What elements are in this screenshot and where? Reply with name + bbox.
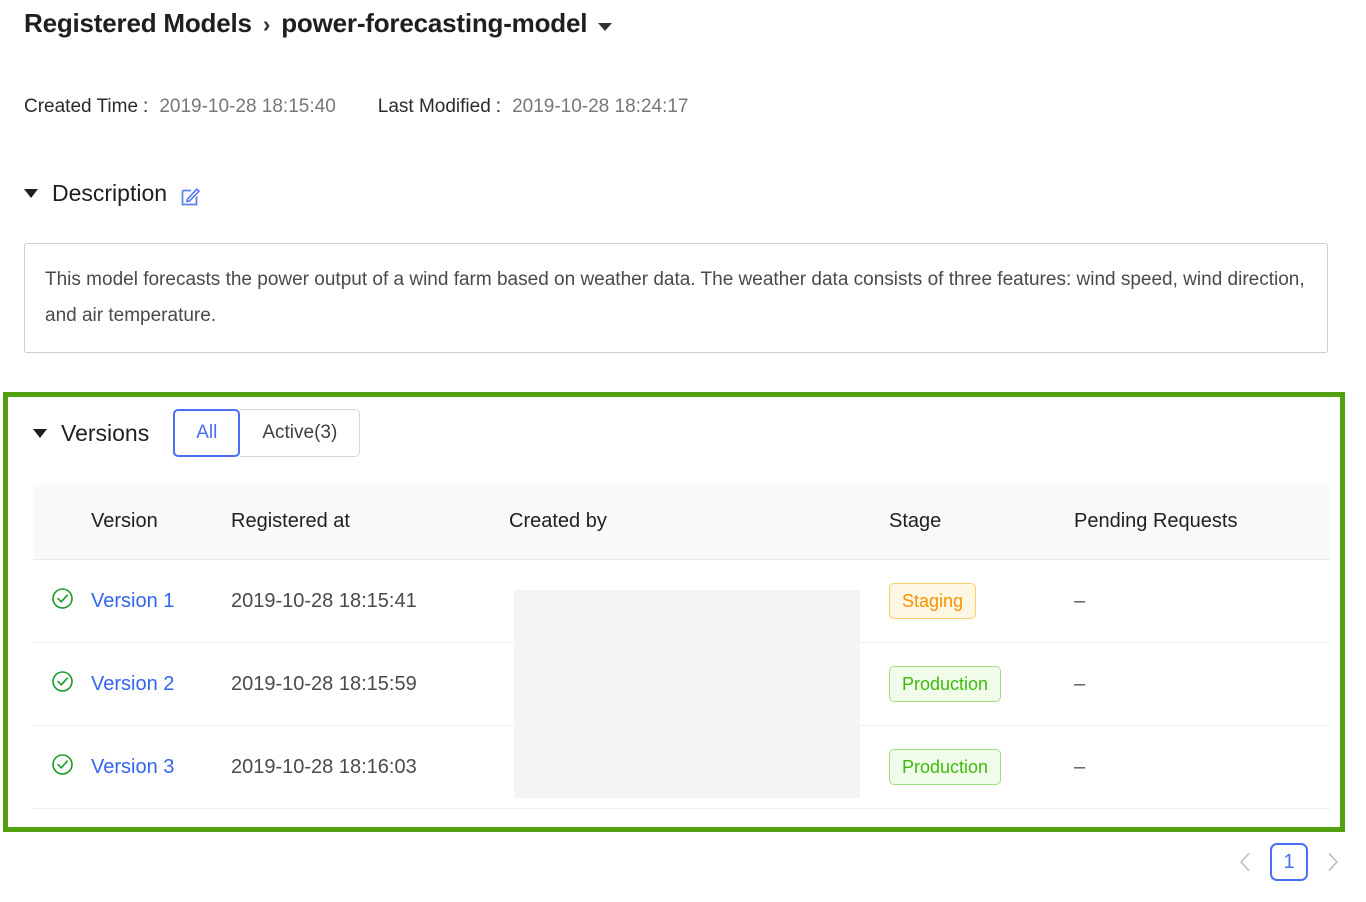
status-badge: Staging bbox=[889, 583, 976, 619]
created-time-colon: : bbox=[143, 96, 148, 118]
tab-all[interactable]: All bbox=[173, 409, 240, 457]
column-header-status bbox=[33, 484, 91, 560]
column-header-pending-requests: Pending Requests bbox=[1074, 484, 1330, 560]
status-badge: Production bbox=[889, 666, 1001, 702]
row-pending-cell: – bbox=[1074, 726, 1330, 809]
pending-value: – bbox=[1074, 756, 1085, 778]
model-meta: Created Time : 2019-10-28 18:15:40 Last … bbox=[24, 96, 689, 118]
pending-value: – bbox=[1074, 590, 1085, 612]
last-modified-label: Last Modified bbox=[378, 96, 491, 118]
check-circle-icon bbox=[51, 753, 74, 782]
description-box: This model forecasts the power output of… bbox=[24, 243, 1328, 353]
created-time-value: 2019-10-28 18:15:40 bbox=[159, 96, 335, 118]
column-header-stage: Stage bbox=[889, 484, 1074, 560]
model-detail-page: Registered Models › power-forecasting-mo… bbox=[0, 0, 1366, 902]
column-header-created-by: Created by bbox=[509, 484, 889, 560]
table-row[interactable]: Version 2 2019-10-28 18:15:59 Production… bbox=[33, 643, 1330, 726]
column-header-version: Version bbox=[91, 484, 231, 560]
versions-section: Versions All Active(3) Version Registere… bbox=[3, 392, 1345, 832]
row-stage-cell: Staging bbox=[889, 560, 1074, 643]
check-circle-icon bbox=[51, 670, 74, 699]
breadcrumb-registered-models-link[interactable]: Registered Models bbox=[24, 8, 252, 39]
edit-pencil-icon[interactable] bbox=[180, 185, 202, 207]
version-link[interactable]: Version 1 bbox=[91, 590, 174, 612]
row-created-by-cell bbox=[509, 560, 889, 643]
row-status-cell bbox=[33, 726, 91, 809]
row-created-by-cell bbox=[509, 643, 889, 726]
pagination: 1 bbox=[1230, 843, 1348, 881]
description-header: Description bbox=[24, 180, 202, 207]
row-pending-cell: – bbox=[1074, 643, 1330, 726]
chevron-left-icon[interactable] bbox=[1230, 847, 1260, 877]
row-status-cell bbox=[33, 643, 91, 726]
row-registered-at-cell: 2019-10-28 18:15:59 bbox=[231, 643, 509, 726]
row-registered-at-cell: 2019-10-28 18:15:41 bbox=[231, 560, 509, 643]
table-row[interactable]: Version 3 2019-10-28 18:16:03 Production… bbox=[33, 726, 1330, 809]
caret-down-icon[interactable] bbox=[33, 429, 47, 438]
description-text: This model forecasts the power output of… bbox=[45, 262, 1307, 334]
breadcrumb: Registered Models › power-forecasting-mo… bbox=[24, 8, 612, 39]
row-status-cell bbox=[33, 560, 91, 643]
row-version-cell: Version 3 bbox=[91, 726, 231, 809]
version-link[interactable]: Version 2 bbox=[91, 673, 174, 695]
versions-table-header: Version Registered at Created by Stage P… bbox=[33, 484, 1330, 560]
page-number-1[interactable]: 1 bbox=[1270, 843, 1308, 881]
last-modified-colon: : bbox=[496, 96, 501, 118]
row-stage-cell: Production bbox=[889, 643, 1074, 726]
created-time-label: Created Time bbox=[24, 96, 138, 118]
versions-filter-tabs: All Active(3) bbox=[173, 409, 360, 457]
row-version-cell: Version 2 bbox=[91, 643, 231, 726]
versions-title: Versions bbox=[61, 420, 149, 447]
row-pending-cell: – bbox=[1074, 560, 1330, 643]
last-modified-value: 2019-10-28 18:24:17 bbox=[512, 96, 688, 118]
table-header-row: Version Registered at Created by Stage P… bbox=[33, 484, 1330, 560]
versions-table-body: Version 1 2019-10-28 18:15:41 Staging – bbox=[33, 560, 1330, 809]
pending-value: – bbox=[1074, 673, 1085, 695]
row-version-cell: Version 1 bbox=[91, 560, 231, 643]
column-header-registered-at: Registered at bbox=[231, 484, 509, 560]
row-created-by-cell bbox=[509, 726, 889, 809]
versions-table: Version Registered at Created by Stage P… bbox=[33, 484, 1330, 809]
description-title: Description bbox=[52, 180, 167, 207]
tab-active[interactable]: Active(3) bbox=[240, 409, 360, 457]
caret-down-icon[interactable] bbox=[24, 189, 38, 198]
row-registered-at-cell: 2019-10-28 18:16:03 bbox=[231, 726, 509, 809]
status-badge: Production bbox=[889, 749, 1001, 785]
version-link[interactable]: Version 3 bbox=[91, 756, 174, 778]
page-title: power-forecasting-model bbox=[281, 8, 587, 39]
chevron-down-icon[interactable] bbox=[598, 23, 612, 31]
versions-header: Versions All Active(3) bbox=[33, 409, 360, 457]
check-circle-icon bbox=[51, 587, 74, 616]
table-row[interactable]: Version 1 2019-10-28 18:15:41 Staging – bbox=[33, 560, 1330, 643]
row-stage-cell: Production bbox=[889, 726, 1074, 809]
breadcrumb-separator-icon: › bbox=[263, 11, 270, 38]
chevron-right-icon[interactable] bbox=[1318, 847, 1348, 877]
